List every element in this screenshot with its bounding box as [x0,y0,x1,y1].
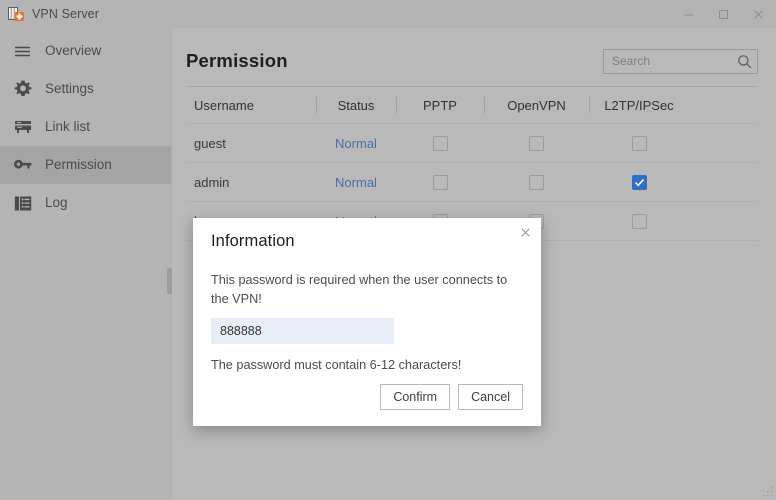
cancel-button[interactable]: Cancel [458,384,523,411]
modal-overlay: Information This password is required wh… [0,0,776,500]
information-dialog: Information This password is required wh… [193,218,541,427]
dialog-actions: Confirm Cancel [211,384,523,411]
password-field[interactable] [211,318,394,345]
vpn-server-window: VPN Server Overview Settings Link list P… [0,0,776,500]
confirm-button[interactable]: Confirm [380,384,451,411]
dialog-title: Information [211,232,295,250]
close-icon[interactable] [515,222,535,242]
dialog-message: This password is required when the user … [211,273,508,306]
dialog-hint: The password must contain 6-12 character… [211,358,462,373]
